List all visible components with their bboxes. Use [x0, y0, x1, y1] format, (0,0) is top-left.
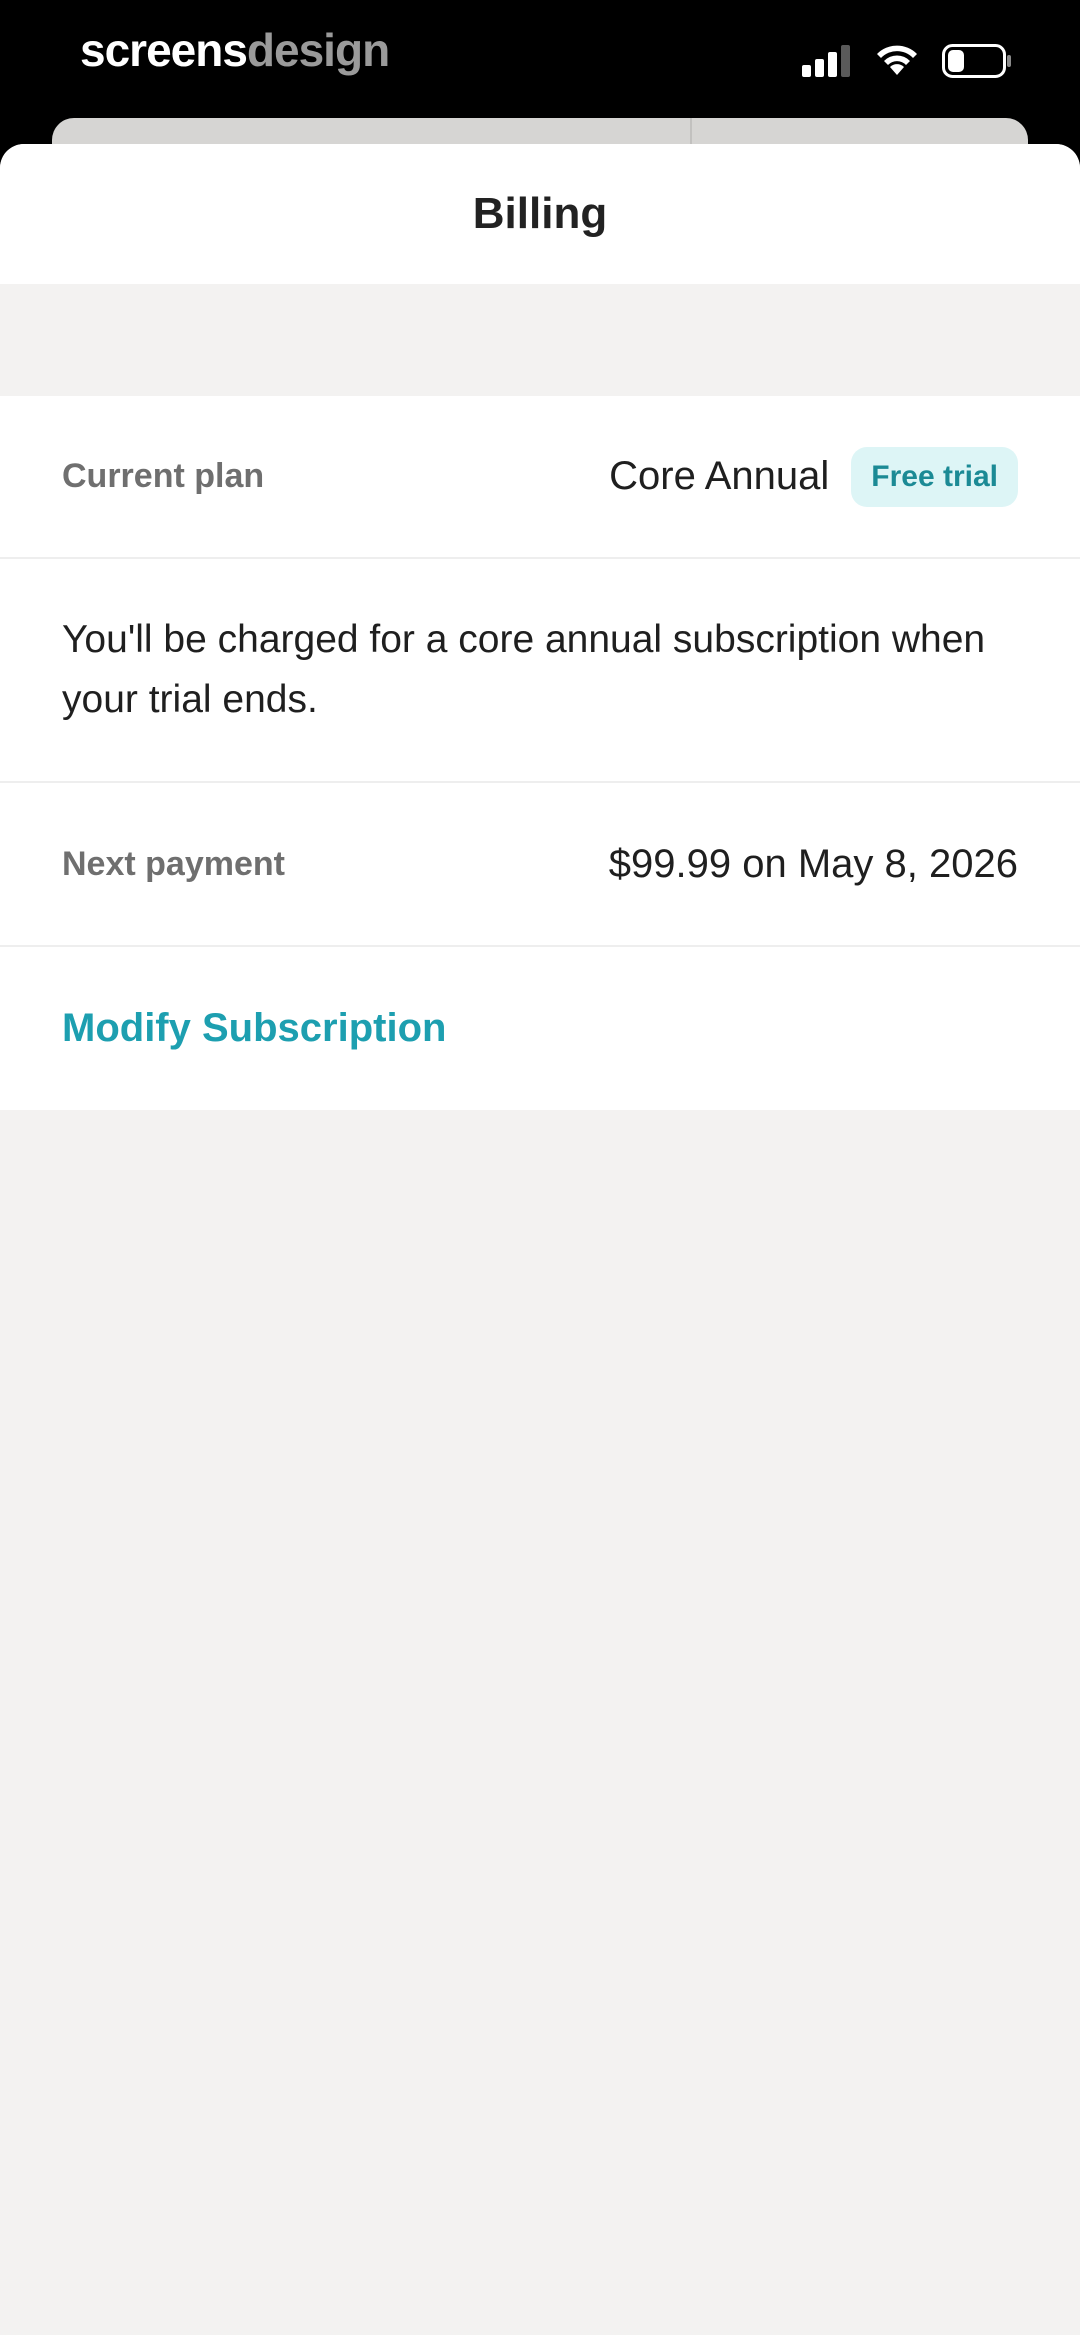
section-spacer [0, 284, 1080, 396]
current-plan-row: Current plan Core Annual Free trial [0, 396, 1080, 559]
status-icons [802, 40, 1012, 82]
current-plan-label: Current plan [62, 457, 265, 495]
wifi-icon [877, 45, 917, 75]
next-payment-row: Next payment $99.99 on May 8, 2026 [0, 783, 1080, 947]
cellular-signal-icon [802, 45, 850, 77]
billing-sheet: Billing Current plan Core Annual Free tr… [0, 144, 1080, 2335]
modify-subscription-button[interactable]: Modify Subscription [62, 1006, 446, 1051]
trial-notice-text: You'll be charged for a core annual subs… [62, 618, 986, 721]
sheet-header: Billing [0, 144, 1080, 284]
billing-card: Current plan Core Annual Free trial You'… [0, 396, 1080, 1110]
page-title: Billing [472, 189, 608, 238]
modify-subscription-row[interactable]: Modify Subscription [0, 947, 1080, 1110]
free-trial-badge: Free trial [851, 446, 1018, 507]
battery-icon [942, 44, 1011, 78]
trial-notice-row: You'll be charged for a core annual subs… [0, 559, 1080, 783]
brand-watermark: screensdesign [80, 18, 390, 82]
current-plan-value: Core Annual Free trial [609, 446, 1018, 507]
next-payment-label: Next payment [62, 844, 285, 883]
brand-part-1: screens [80, 24, 248, 76]
brand-part-2: design [246, 24, 390, 76]
status-bar: screensdesign [0, 0, 1080, 118]
next-payment-value: $99.99 on May 8, 2026 [608, 841, 1018, 886]
plan-name: Core Annual [609, 454, 830, 498]
